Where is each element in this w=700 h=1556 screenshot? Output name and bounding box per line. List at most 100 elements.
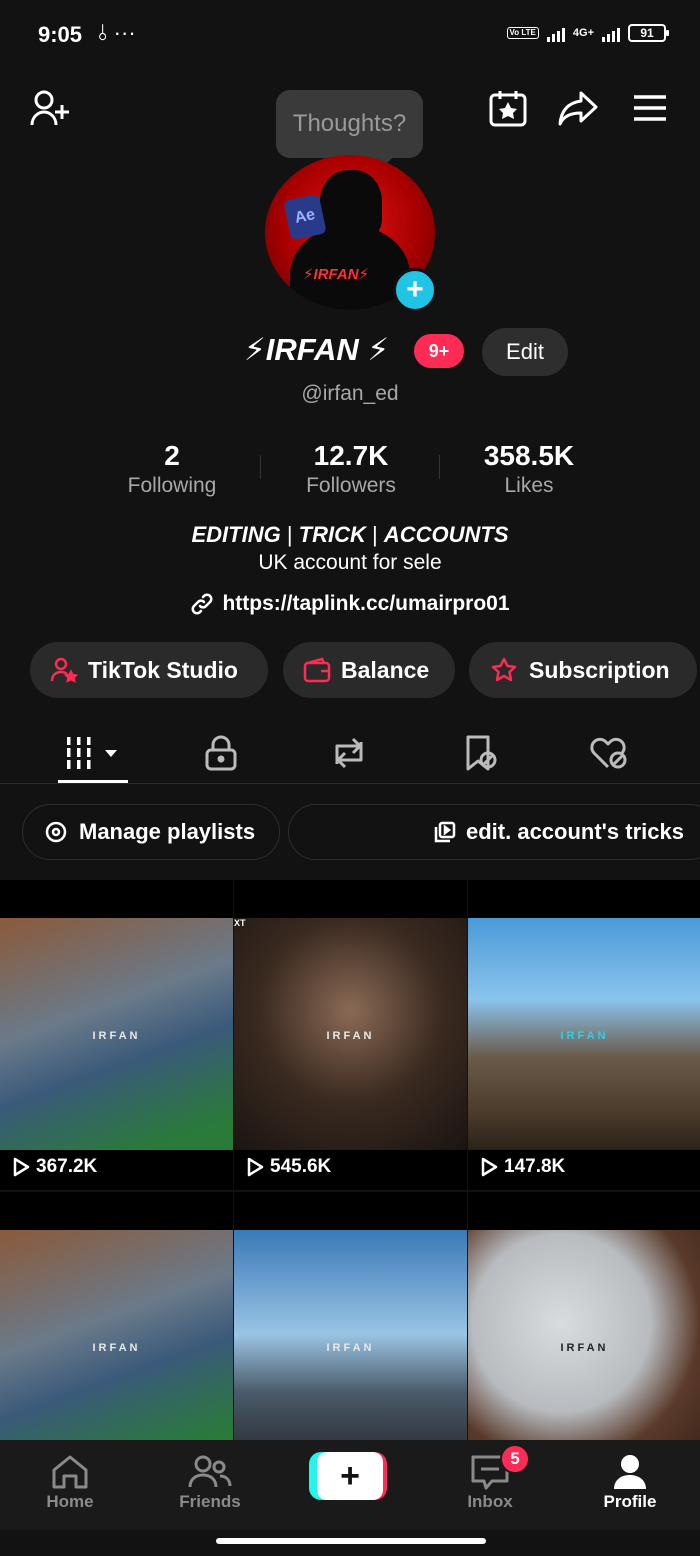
video-tile[interactable]: XT IRFAN 545.6K <box>234 880 467 1190</box>
status-bar: 9:05 ⫰ ··· Vo LTE 4G+ 91 <box>0 0 700 70</box>
nav-profile[interactable]: Profile <box>580 1452 680 1512</box>
video-watermark: IRFAN <box>560 1342 609 1354</box>
stat-likes[interactable]: 358.5K Likes <box>439 440 619 498</box>
edit-profile-button[interactable]: Edit <box>482 328 568 376</box>
home-icon <box>52 1455 88 1489</box>
home-indicator[interactable] <box>216 1538 486 1544</box>
play-icon <box>13 1157 30 1177</box>
video-watermark: IRFAN <box>560 1030 609 1042</box>
video-watermark: IRFAN <box>92 1342 141 1354</box>
views-count: 545.6K <box>270 1156 332 1177</box>
tab-favorites[interactable] <box>446 728 516 778</box>
status-notification-icons: ⫰ ··· <box>98 20 136 45</box>
volte-icon: Vo LTE <box>506 27 539 39</box>
status-right-icons: Vo LTE 4G+ 91 <box>506 24 669 42</box>
studio-person-icon <box>50 657 78 683</box>
network-type: 4G+ <box>572 27 594 39</box>
playlist-item[interactable]: edit. account's tricks <box>288 804 700 860</box>
favorites-bookmark-icon <box>466 735 497 771</box>
videos-grid-icon <box>65 737 117 769</box>
bio-separator: | <box>280 522 299 547</box>
add-friend-icon[interactable] <box>28 86 72 130</box>
subscription-star-icon <box>491 657 517 682</box>
video-tile[interactable]: IRFAN <box>0 1192 233 1442</box>
video-tile[interactable]: IRFAN <box>468 1192 700 1442</box>
bio-title: EDITING | TRICK | ACCOUNTS <box>0 522 700 548</box>
signal-2-icon <box>602 24 620 42</box>
bio-part: ACCOUNTS <box>383 522 509 547</box>
stat-label: Likes <box>504 474 554 497</box>
video-tile[interactable]: IRFAN <box>234 1192 467 1442</box>
plus-icon: + <box>340 1457 360 1495</box>
video-tile[interactable]: IRFAN 147.8K <box>468 880 700 1190</box>
video-watermark: IRFAN <box>92 1030 141 1042</box>
playlist-label: edit. account's tricks <box>466 819 684 844</box>
menu-icon[interactable] <box>628 86 672 130</box>
thoughts-tooltip[interactable]: Thoughts? <box>276 90 423 168</box>
stat-value: 358.5K <box>483 440 575 471</box>
tab-videos[interactable] <box>58 728 128 778</box>
bio-part: EDITING <box>191 522 281 547</box>
stat-followers[interactable]: 12.7K Followers <box>261 440 441 498</box>
manage-playlists-label: Manage playlists <box>79 819 256 844</box>
stat-value: 2 <box>164 440 180 471</box>
liked-heart-icon <box>590 737 627 769</box>
nav-label: Profile <box>603 1492 657 1511</box>
subscription-button[interactable]: Subscription <box>469 642 697 698</box>
notification-badge[interactable]: 9+ <box>414 334 464 368</box>
nav-label: Home <box>46 1492 94 1511</box>
video-views: 545.6K <box>246 1156 331 1178</box>
wallet-icon <box>303 657 331 683</box>
friends-icon <box>188 1455 232 1488</box>
manage-playlists-button[interactable]: Manage playlists <box>22 804 280 860</box>
video-views: 147.8K <box>480 1156 565 1178</box>
nav-home[interactable]: Home <box>20 1452 120 1512</box>
stat-following[interactable]: 2 Following <box>82 440 262 498</box>
balance-button[interactable]: Balance <box>283 642 455 698</box>
private-lock-icon <box>205 735 237 771</box>
calendar-star-icon[interactable] <box>486 86 530 130</box>
play-icon <box>247 1157 264 1177</box>
video-thumbnail <box>468 1230 700 1442</box>
bio-separator: | <box>365 522 384 547</box>
gear-icon <box>45 821 67 843</box>
views-count: 367.2K <box>36 1156 98 1177</box>
pill-label: Subscription <box>529 656 670 683</box>
tab-liked[interactable] <box>574 728 644 778</box>
video-views: 367.2K <box>12 1156 97 1178</box>
profile-icon <box>614 1455 646 1489</box>
stat-label: Following <box>127 474 217 497</box>
bio-link-text: https://taplink.cc/umairpro01 <box>222 592 510 615</box>
name-row: ⚡IRFAN ⚡ 9+ Edit <box>0 328 700 376</box>
nav-label: Friends <box>179 1492 241 1511</box>
inbox-badge: 5 <box>500 1444 530 1474</box>
link-icon <box>192 593 213 615</box>
video-thumbnail <box>234 1230 467 1442</box>
video-tile[interactable]: IRFAN 367.2K <box>0 880 233 1190</box>
avatar-name-text: ⚡IRFAN⚡ <box>303 266 370 283</box>
display-name: ⚡IRFAN ⚡ <box>244 332 390 367</box>
video-grid: IRFAN 367.2K XT IRFAN 545.6K IRFAN 147.8… <box>0 880 700 1442</box>
video-thumbnail <box>0 1230 233 1442</box>
pill-label: TikTok Studio <box>88 656 238 683</box>
create-button[interactable]: + <box>309 1452 387 1500</box>
playlist-icon <box>434 821 456 843</box>
signal-icon <box>546 24 565 42</box>
tab-private[interactable] <box>186 728 256 778</box>
status-time: 9:05 <box>38 22 83 47</box>
video-watermark: IRFAN <box>326 1030 375 1042</box>
tab-reposts[interactable] <box>314 728 384 778</box>
video-overlay-text: XT <box>234 918 246 928</box>
nav-friends[interactable]: Friends <box>160 1452 260 1512</box>
add-story-button[interactable]: + <box>393 268 437 312</box>
battery-icon: 91 <box>628 24 669 42</box>
stat-value: 12.7K <box>313 440 389 471</box>
share-icon[interactable] <box>556 86 600 130</box>
video-watermark: IRFAN <box>326 1342 375 1354</box>
bottom-nav: Home Friends + Inbox Profile <box>0 1440 700 1530</box>
avatar-head <box>320 170 382 240</box>
tiktok-studio-button[interactable]: TikTok Studio <box>30 642 268 698</box>
views-count: 147.8K <box>504 1156 566 1177</box>
bio-link[interactable]: https://taplink.cc/umairpro01 <box>0 592 700 616</box>
profile-tabs <box>0 720 700 784</box>
